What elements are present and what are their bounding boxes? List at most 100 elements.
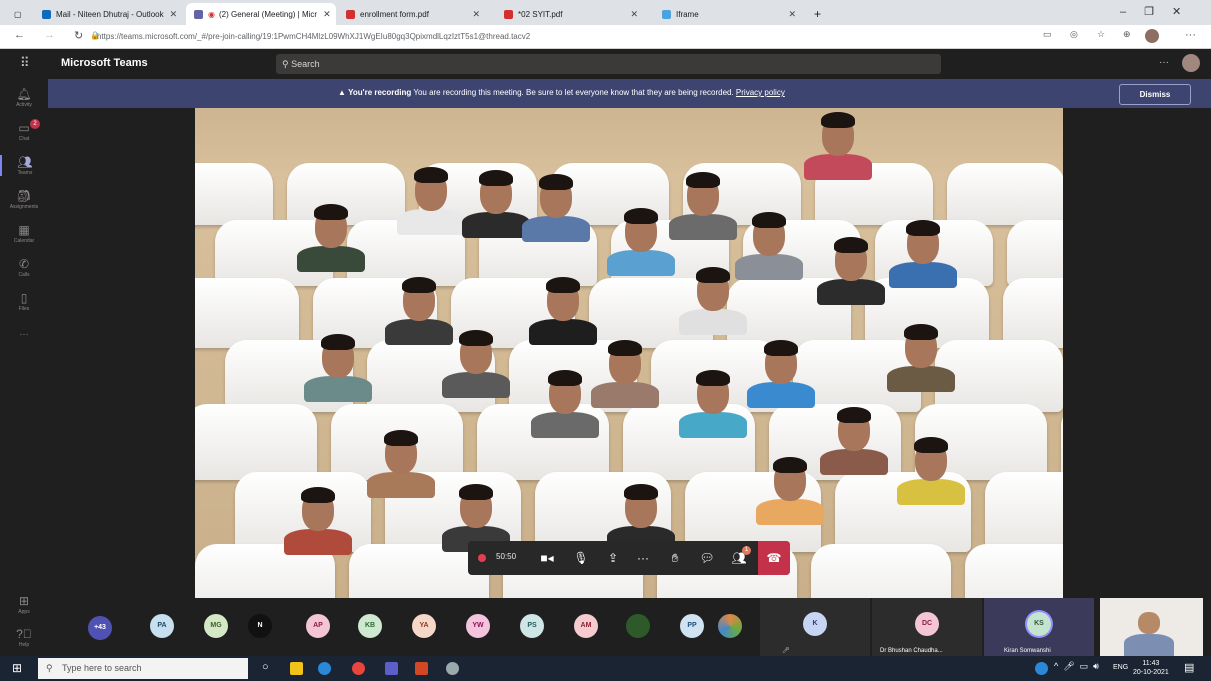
forward-icon[interactable]: → [44,29,55,41]
url-field[interactable]: https://teams.microsoft.com/_#/pre-join-… [97,29,997,44]
windows-start-icon[interactable]: ⊞ [12,661,22,675]
tab-outlook[interactable]: Mail - Niteen Dhutraj - Outlook ✕ [34,3,184,25]
close-icon[interactable]: ✕ [782,9,796,20]
rail-chat[interactable]: ▭ Chat 2 [0,119,48,142]
participant-avatar[interactable] [626,614,650,638]
rail-activity[interactable]: 🔔︎ Activity [0,87,48,108]
hang-up-icon[interactable]: ☎︎ [758,541,790,575]
camera-icon[interactable]: ■◂ [532,541,562,575]
chat-icon: ▭ [18,121,30,135]
chrome-icon[interactable] [352,662,365,675]
student-torso [804,154,872,180]
tracking-icon[interactable]: ◎ [1070,29,1078,40]
overflow-count[interactable]: +43 [88,616,112,640]
microphone-icon[interactable]: 🎙︎ [566,541,596,575]
privacy-policy-link[interactable]: Privacy policy [736,88,785,97]
participant-avatar[interactable]: PP [680,614,704,638]
window-controls[interactable]: –❐✕ [1120,5,1199,18]
rail-help[interactable]: ?⃝ Help [0,627,48,648]
rail-label: Files [18,306,30,312]
back-icon[interactable]: ← [14,29,25,41]
share-screen-icon[interactable]: ⇪ [598,541,628,575]
paint-icon[interactable] [446,662,459,675]
weather-icon[interactable] [1035,662,1048,675]
file-explorer-icon[interactable] [290,662,303,675]
participant-avatar[interactable]: KB [358,614,382,638]
search-input[interactable]: ⚲ Search [276,54,941,74]
rail-more[interactable]: ··· [0,329,48,339]
participant-tile[interactable]: K 🎤︎ [760,598,870,656]
favorites-icon[interactable]: ☆ [1097,29,1105,40]
rail-teams[interactable]: 👥︎ Teams [0,155,48,176]
tab-syit-pdf[interactable]: *02 SYIT.pdf ✕ [496,3,646,25]
student-torso [669,214,737,240]
user-avatar[interactable] [1182,54,1200,72]
chat-icon[interactable]: 💬︎ [692,541,722,575]
participants-icon[interactable]: 👥︎ 1 [724,541,754,575]
participant-tile-speaking[interactable]: KS Kiran Somwanshi [984,598,1094,656]
rail-assignments[interactable]: 🎒︎ Assignments [0,189,48,210]
close-icon[interactable]: ✕ [624,9,638,20]
powerpoint-icon[interactable] [415,662,428,675]
participant-avatar[interactable]: AM [574,614,598,638]
refresh-icon[interactable]: ↻ [74,29,83,42]
rail-apps[interactable]: ⊞ Apps [0,594,48,615]
student-torso [462,212,530,238]
close-icon[interactable]: ✕ [466,9,480,20]
notifications-icon[interactable]: ▤ [1184,661,1194,674]
participant-avatar[interactable]: PA [150,614,174,638]
tab-actions-icon[interactable]: ▢ [6,3,28,25]
more-icon[interactable]: ··· [1159,57,1169,68]
close-icon[interactable]: ✕ [164,9,178,20]
reader-icon[interactable]: ▭ [1043,29,1052,40]
tab-teams-meeting[interactable]: ◉ (2) General (Meeting) | Micr ✕ [186,3,336,25]
call-timer: 50:50 [496,552,517,561]
rail-files[interactable]: ▯ Files [0,291,48,312]
student-hair [548,370,582,386]
student-hair [459,484,493,500]
participant-avatar[interactable]: YW [466,614,490,638]
task-view-icon[interactable]: ○ [262,661,269,673]
rail-label: Apps [18,609,30,615]
more-icon[interactable]: ··· [1185,29,1196,41]
participant-avatar[interactable]: YA [412,614,436,638]
raise-hand-icon[interactable]: ✋︎ [660,541,690,575]
system-tray-icons[interactable]: ^🎤︎▭🔊︎ [1054,661,1104,672]
participant-avatar[interactable]: AP [306,614,330,638]
student-torso [747,382,815,408]
taskbar-clock[interactable]: 11:43 20-10-2021 [1133,659,1169,677]
language-indicator[interactable]: ENG [1113,664,1128,671]
tab-iframe[interactable]: Iframe ✕ [654,3,804,25]
close-icon[interactable]: ✕ [317,9,331,20]
participant-avatar-photo[interactable] [718,614,742,638]
student-torso [735,254,803,280]
app-launcher-icon[interactable]: ⠿ [20,55,30,71]
edge-icon[interactable] [318,662,331,675]
teams-taskbar-icon[interactable] [385,662,398,675]
student-torso [679,412,747,438]
dismiss-button[interactable]: Dismiss [1119,84,1191,105]
new-tab-button[interactable]: + [806,3,830,25]
student-hair [904,324,938,340]
help-icon: ?⃝ [16,627,32,641]
tab-enrollment-pdf[interactable]: enrollment form.pdf ✕ [338,3,488,25]
auditorium-seat [947,163,1063,225]
tab-label: Mail - Niteen Dhutraj - Outlook [56,9,164,19]
rail-calendar[interactable]: ▦ Calendar [0,223,48,244]
profile-avatar[interactable] [1145,29,1159,43]
teams-icon: 👥︎ [17,155,33,169]
participant-avatar[interactable]: MG [204,614,228,638]
self-video-tile[interactable] [1100,598,1203,656]
outlook-icon [42,9,51,19]
more-actions-icon[interactable]: ··· [628,541,658,575]
taskbar-search-input[interactable]: ⚲ Type here to search [38,658,248,679]
student-hair [696,370,730,386]
participant-avatar[interactable]: PS [520,614,544,638]
rail-label: Calendar [13,238,35,244]
participant-tile[interactable]: DC Dr Bhushan Chaudha... [872,598,982,656]
rail-calls[interactable]: ✆ Calls [0,257,48,278]
participant-avatar[interactable]: N [248,614,272,638]
collections-icon[interactable]: ⊕ [1123,29,1131,40]
student-hair [837,407,871,423]
student-hair [696,267,730,283]
